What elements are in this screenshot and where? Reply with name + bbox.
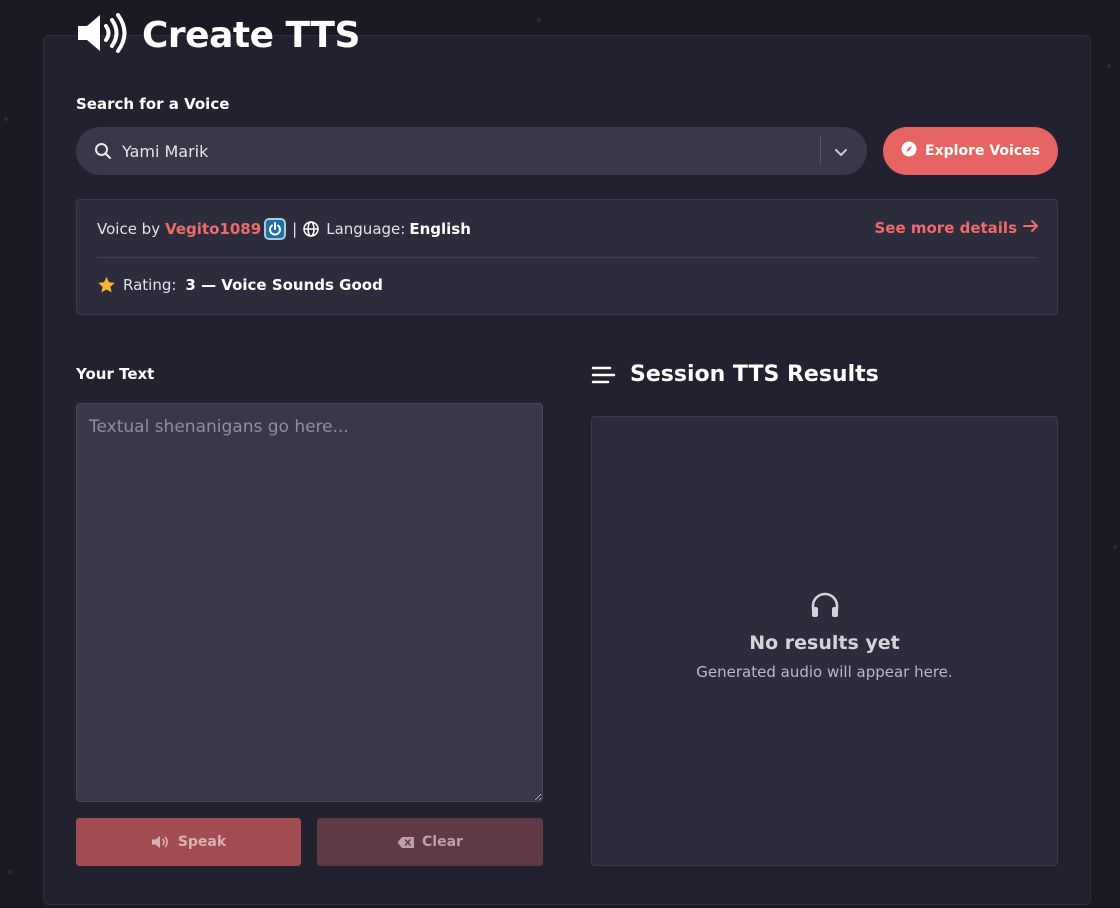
search-icon <box>94 142 112 164</box>
voice-rating-row: Rating: 3 — Voice Sounds Good <box>97 276 383 294</box>
results-empty-state: No results yet Generated audio will appe… <box>592 592 1057 681</box>
page-title: Create TTS <box>76 12 360 58</box>
language-label: Language: <box>326 220 406 238</box>
voice-by-prefix: Voice by <box>97 220 161 238</box>
background-dot <box>537 18 541 22</box>
rating-label: Rating: <box>123 276 177 294</box>
explore-voices-button[interactable]: Explore Voices <box>883 127 1058 175</box>
voice-search-box[interactable] <box>76 127 867 175</box>
headphones-icon <box>810 592 840 618</box>
background-dot <box>1113 545 1117 549</box>
list-lines-icon <box>591 365 616 385</box>
see-more-details-link[interactable]: See more details <box>874 219 1039 237</box>
star-icon <box>97 276 116 294</box>
clear-button[interactable]: Clear <box>317 818 543 866</box>
chevron-down-icon[interactable] <box>832 143 850 161</box>
search-divider <box>820 137 821 165</box>
arrow-right-icon <box>1023 219 1039 237</box>
speaker-volume-icon <box>76 13 128 57</box>
explore-voices-label: Explore Voices <box>925 143 1040 159</box>
globe-icon <box>303 221 319 237</box>
voice-meta-row: Voice by Vegito1089 | Language: English <box>97 218 471 240</box>
meta-separator: | <box>292 220 298 238</box>
voice-search-input[interactable] <box>122 139 822 163</box>
session-results-box: No results yet Generated audio will appe… <box>591 416 1058 866</box>
language-value: English <box>409 220 471 238</box>
speaker-icon <box>151 835 171 849</box>
voice-info-divider <box>97 257 1037 258</box>
clear-label: Clear <box>422 834 463 850</box>
search-label: Search for a Voice <box>76 95 230 113</box>
session-results-heading: Session TTS Results <box>591 362 879 387</box>
your-text-label: Your Text <box>76 365 155 383</box>
session-results-title: Session TTS Results <box>630 362 879 387</box>
empty-state-title: No results yet <box>749 632 900 654</box>
voice-author-link[interactable]: Vegito1089 <box>165 220 261 238</box>
speak-button[interactable]: Speak <box>76 818 301 866</box>
tts-text-input[interactable] <box>76 403 543 802</box>
background-dot <box>8 870 12 874</box>
background-dot <box>4 117 8 121</box>
compass-icon <box>901 141 917 161</box>
power-badge-icon <box>264 218 287 240</box>
background-dot <box>1107 64 1111 68</box>
empty-state-subtitle: Generated audio will appear here. <box>696 663 953 681</box>
speak-label: Speak <box>177 834 227 850</box>
backspace-icon <box>397 836 415 849</box>
see-more-details-label: See more details <box>874 219 1017 237</box>
page-title-text: Create TTS <box>142 14 360 56</box>
voice-info-card: Voice by Vegito1089 | Language: English … <box>76 199 1058 315</box>
rating-value: 3 — Voice Sounds Good <box>185 276 383 294</box>
